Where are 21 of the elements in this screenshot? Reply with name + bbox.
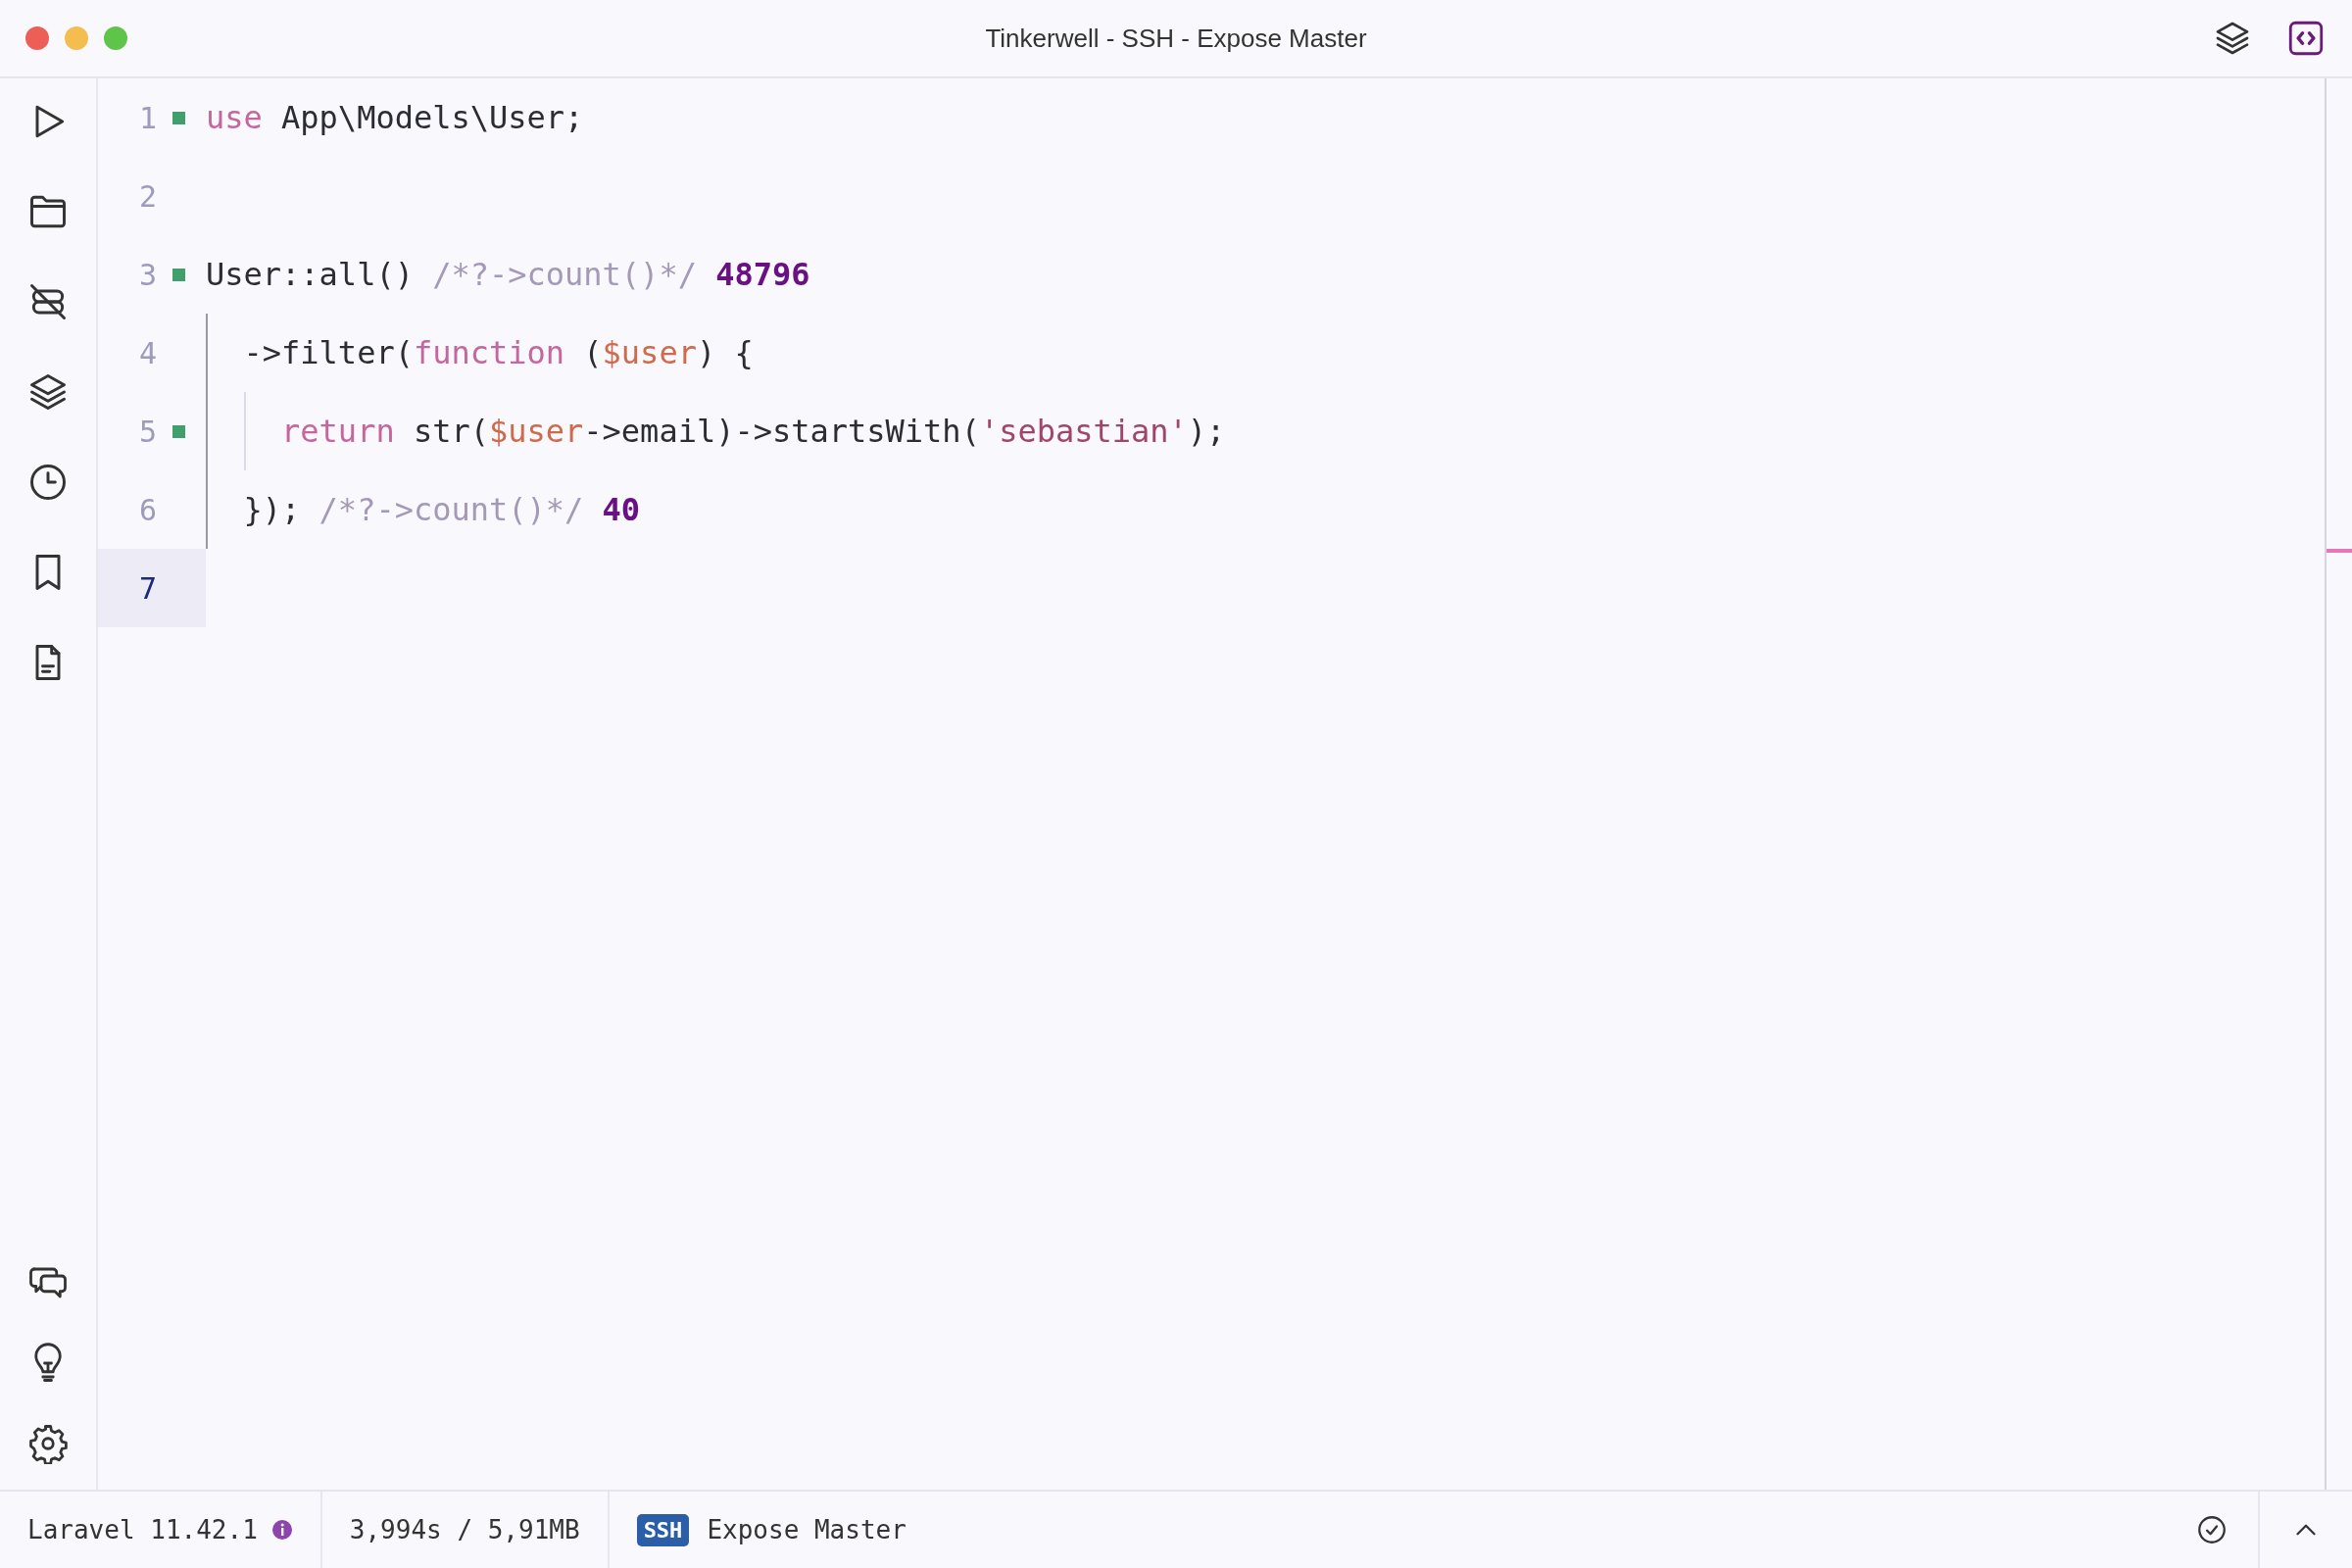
line-number: 1 — [137, 100, 157, 135]
window-title: Tinkerwell - SSH - Expose Master — [985, 23, 1367, 53]
line-number: 3 — [137, 257, 157, 292]
code-line: }); /*?->count()*/ 40 — [242, 491, 641, 528]
settings-icon[interactable] — [27, 1423, 69, 1464]
line-number: 2 — [137, 178, 157, 214]
line-number: 6 — [137, 492, 157, 527]
execution-stats: 3,994s / 5,91MB — [349, 1515, 580, 1544]
info-icon[interactable] — [270, 1519, 293, 1541]
line-number: 4 — [137, 335, 157, 370]
window-control[interactable] — [25, 26, 49, 50]
code-line: User::all() /*?->count()*/ 48796 — [206, 256, 810, 293]
check-circle-icon[interactable] — [2195, 1513, 2229, 1546]
code-line: use App\Models\User; — [206, 99, 584, 136]
connection-name: Expose Master — [707, 1515, 906, 1544]
line-number: 5 — [137, 414, 157, 449]
line-number: 7 — [137, 570, 157, 606]
framework-version: Laravel 11.42.1 — [27, 1515, 258, 1544]
code-line: return str($user->email)->startsWith('sebastian'); — [280, 413, 1226, 450]
connection-badge: SSH — [636, 1513, 690, 1546]
code-line: ->filter(function ($user) { — [242, 334, 754, 371]
